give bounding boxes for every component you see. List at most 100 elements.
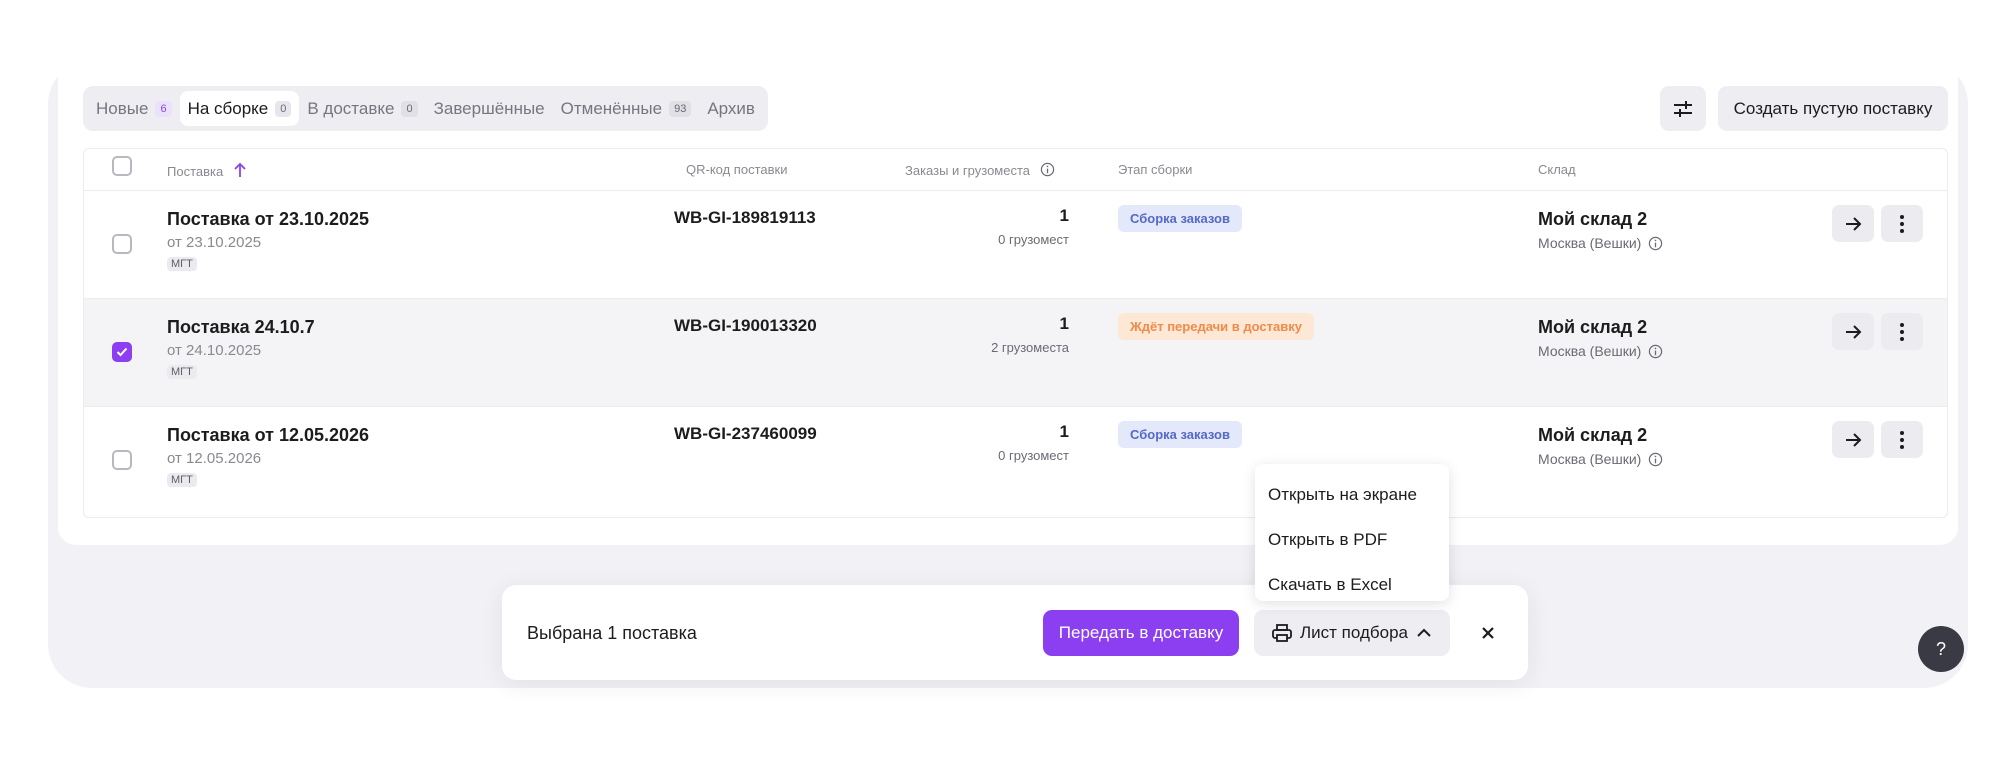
supply-date: от 24.10.2025	[167, 342, 262, 359]
tab-cancelled[interactable]: Отменённые 93	[553, 91, 700, 126]
supply-date: от 23.10.2025	[167, 234, 262, 251]
cargo-count: 2 грузоместа	[991, 340, 1069, 355]
selection-count-text: Выбрана 1 поставка	[527, 623, 697, 643]
pick-list-label: Лист подбора	[1300, 623, 1408, 642]
tab-label: Новые	[96, 98, 149, 118]
tab-delivery[interactable]: В доставке 0	[299, 91, 425, 126]
tab-archive[interactable]: Архив	[699, 91, 763, 126]
more-actions-button[interactable]	[1881, 421, 1923, 458]
check-icon	[116, 347, 128, 357]
more-vertical-icon	[1900, 322, 1904, 341]
info-icon[interactable]	[1648, 344, 1663, 359]
row-checkbox[interactable]	[112, 342, 132, 362]
orders-count: 1	[1059, 206, 1069, 225]
cargo-count: 0 грузомест	[998, 448, 1069, 463]
warehouse-city: Москва (Вешки)	[1538, 343, 1663, 359]
arrow-right-icon	[1846, 216, 1862, 231]
select-all-checkbox[interactable]	[112, 156, 132, 176]
status-badge: Сборка заказов	[1118, 421, 1242, 448]
cargo-count: 0 грузомест	[998, 232, 1069, 247]
orders-cell: 1 0 грузомест	[998, 422, 1069, 463]
close-selection-button[interactable]	[1474, 619, 1502, 647]
orders-cell: 1 2 грузоместа	[991, 314, 1069, 355]
more-vertical-icon	[1900, 430, 1904, 449]
filter-button[interactable]	[1660, 86, 1706, 131]
supply-qr-code: WB-GI-190013320	[674, 316, 817, 335]
arrow-right-icon	[1846, 432, 1862, 447]
row-checkbox[interactable]	[112, 450, 132, 470]
tab-label: Архив	[707, 98, 755, 118]
header-supply[interactable]: Поставка	[167, 162, 247, 179]
supply-qr-code: WB-GI-237460099	[674, 424, 817, 443]
close-icon	[1482, 627, 1494, 639]
open-supply-button[interactable]	[1832, 313, 1874, 350]
tab-label: На сборке	[187, 98, 269, 118]
menu-item-open-pdf[interactable]: Открыть в PDF	[1255, 517, 1449, 562]
row-checkbox[interactable]	[112, 234, 132, 254]
tab-completed[interactable]: Завершённые	[426, 91, 553, 126]
supply-tag: МГТ	[167, 473, 197, 487]
header-qr: QR-код поставки	[686, 162, 788, 177]
sort-asc-icon	[234, 162, 246, 177]
pick-list-menu: Открыть на экране Открыть в PDF Скачать …	[1255, 464, 1449, 601]
city-label: Москва (Вешки)	[1538, 343, 1642, 359]
orders-cell: 1 0 грузомест	[998, 206, 1069, 247]
tab-label: Отменённые	[560, 98, 663, 118]
supply-title: Поставка от 12.05.2026	[167, 425, 370, 445]
open-supply-button[interactable]	[1832, 421, 1874, 458]
warehouse-name: Мой склад 2	[1538, 317, 1648, 337]
supplies-table: Поставка QR-код поставки Заказы и грузом…	[83, 148, 1948, 518]
city-label: Москва (Вешки)	[1538, 451, 1642, 467]
info-icon[interactable]	[1648, 452, 1663, 467]
menu-item-open-screen[interactable]: Открыть на экране	[1255, 472, 1449, 517]
transfer-to-delivery-button[interactable]: Передать в доставку	[1043, 610, 1239, 656]
city-label: Москва (Вешки)	[1538, 235, 1642, 251]
header-orders: Заказы и грузоместа	[905, 162, 1055, 178]
chevron-up-icon	[1417, 628, 1431, 637]
warehouse-name: Мой склад 2	[1538, 425, 1648, 445]
table-row[interactable]: Поставка от 23.10.2025 от 23.10.2025 МГТ…	[84, 191, 1947, 299]
tab-assembly[interactable]: На сборке 0	[179, 91, 300, 126]
help-button[interactable]: ?	[1918, 626, 1964, 672]
orders-count: 1	[1059, 314, 1069, 333]
supply-title: Поставка 24.10.7	[167, 317, 315, 337]
more-vertical-icon	[1900, 214, 1904, 233]
info-icon[interactable]	[1648, 236, 1663, 251]
pick-list-button[interactable]: Лист подбора	[1254, 610, 1450, 656]
supply-qr-code: WB-GI-189819113	[674, 208, 816, 227]
sliders-icon	[1674, 100, 1692, 117]
header-stage: Этап сборки	[1118, 162, 1193, 177]
more-actions-button[interactable]	[1881, 205, 1923, 242]
arrow-right-icon	[1846, 324, 1862, 339]
header-warehouse: Склад	[1538, 162, 1576, 177]
tab-label: В доставке	[307, 98, 395, 118]
table-header: Поставка QR-код поставки Заказы и грузом…	[84, 149, 1947, 191]
orders-count: 1	[1059, 422, 1069, 441]
warehouse-name: Мой склад 2	[1538, 209, 1648, 229]
warehouse-city: Москва (Вешки)	[1538, 235, 1663, 251]
header-label: Поставка	[167, 164, 224, 179]
table-row[interactable]: Поставка от 12.05.2026 от 12.05.2026 МГТ…	[84, 407, 1947, 515]
status-badge: Ждёт передачи в доставку	[1118, 313, 1314, 340]
tab-count: 93	[669, 100, 692, 117]
header-label: Заказы и грузоместа	[905, 163, 1031, 178]
supply-title: Поставка от 23.10.2025	[167, 209, 370, 229]
tab-count: 0	[275, 100, 292, 117]
menu-item-download-excel[interactable]: Скачать в Excel	[1255, 562, 1449, 607]
warehouse-city: Москва (Вешки)	[1538, 451, 1663, 467]
status-badge: Сборка заказов	[1118, 205, 1242, 232]
tab-count: 0	[401, 100, 418, 117]
table-row[interactable]: Поставка 24.10.7 от 24.10.2025 МГТ WB-GI…	[84, 299, 1947, 407]
status-tabs: Новые 6 На сборке 0 В доставке 0 Завершё…	[83, 86, 768, 131]
supply-date: от 12.05.2026	[167, 450, 262, 467]
tab-new[interactable]: Новые 6	[88, 91, 180, 126]
info-icon[interactable]	[1040, 162, 1055, 177]
tab-label: Завершённые	[433, 98, 545, 118]
create-empty-supply-button[interactable]: Создать пустую поставку	[1718, 86, 1948, 131]
printer-icon	[1272, 624, 1292, 642]
more-actions-button[interactable]	[1881, 313, 1923, 350]
tab-count: 6	[155, 100, 172, 117]
supply-tag: МГТ	[167, 365, 197, 379]
supply-tag: МГТ	[167, 257, 197, 271]
open-supply-button[interactable]	[1832, 205, 1874, 242]
